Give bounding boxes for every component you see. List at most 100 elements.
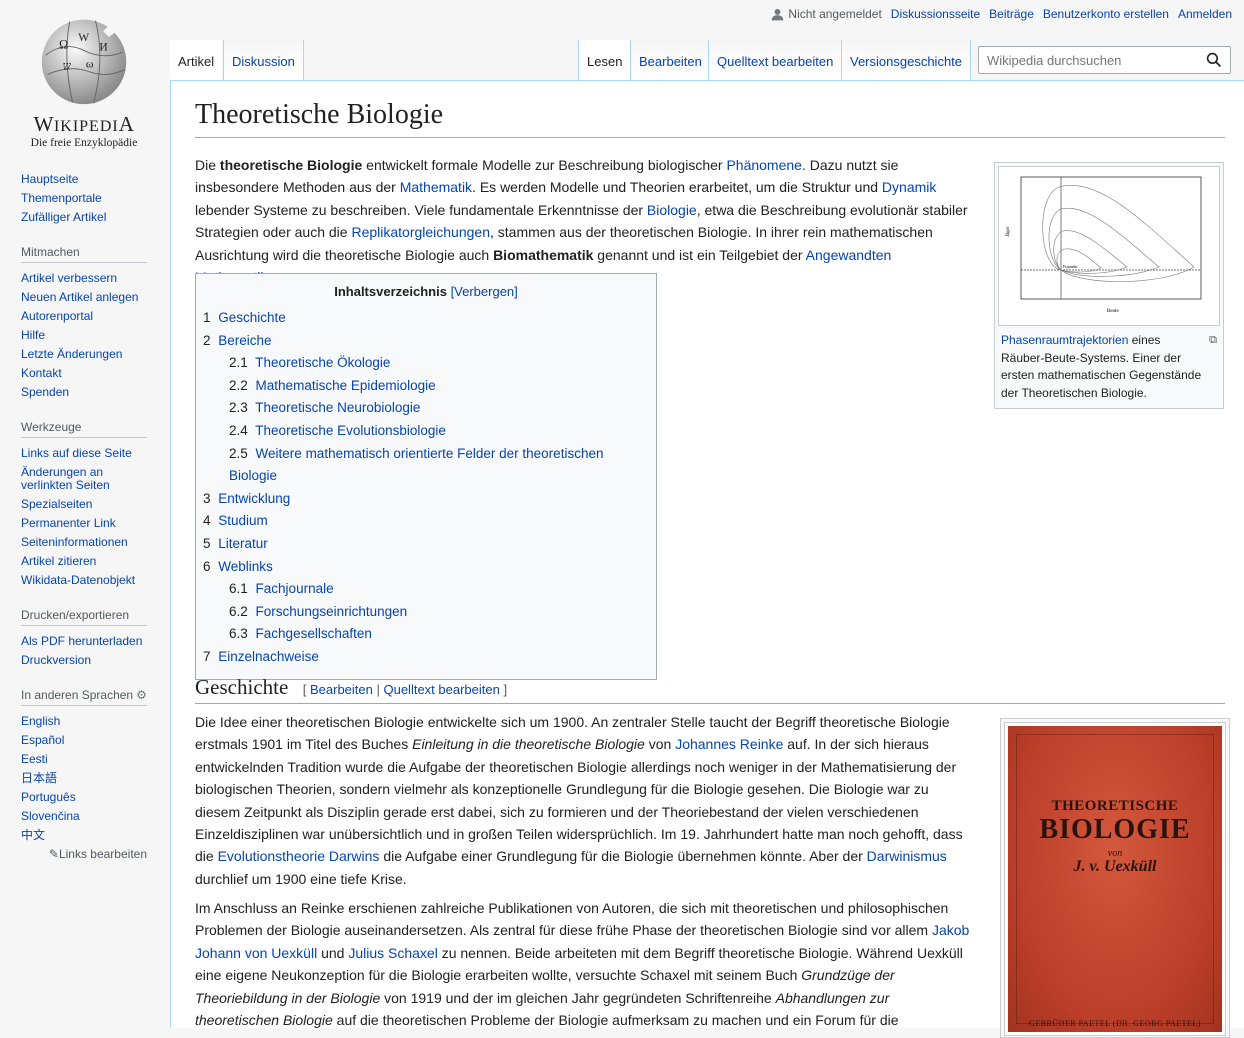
- toc-link[interactable]: Theoretische Evolutionsbiologie: [255, 423, 446, 438]
- toc-entry[interactable]: 3 Entwicklung: [203, 488, 649, 511]
- sidebar-item-wikidata[interactable]: Wikidata-Datenobjekt: [21, 573, 135, 587]
- toc-entry[interactable]: 6.2 Forschungseinrichtungen: [203, 601, 649, 624]
- toc-link[interactable]: Weblinks: [218, 559, 273, 574]
- tab-edit-source[interactable]: Quelltext bearbeiten: [708, 40, 842, 80]
- toc-link[interactable]: Fachgesellschaften: [256, 626, 372, 641]
- tab-article[interactable]: Artikel: [170, 40, 223, 80]
- toc-entry[interactable]: 2.5 Weitere mathematisch orientierte Fel…: [203, 443, 649, 488]
- toc-link[interactable]: Geschichte: [218, 310, 286, 325]
- caption-link[interactable]: Phasenraumtrajektorien: [1001, 333, 1128, 347]
- sidebar-item-improve-article[interactable]: Artikel verbessern: [21, 271, 117, 285]
- toc-entry[interactable]: 2 Bereiche: [203, 330, 649, 353]
- language-link-en[interactable]: English: [21, 714, 60, 728]
- section-edit-link[interactable]: Bearbeiten: [310, 682, 373, 697]
- book-cover-image[interactable]: THEORETISCHE BIOLOGIE von J. v. Uexküll …: [1004, 722, 1226, 1036]
- toc-number: 7: [203, 648, 211, 664]
- svg-text:ω: ω: [86, 59, 94, 71]
- inline-link[interactable]: Johannes Reinke: [675, 736, 783, 752]
- sidebar-item-help[interactable]: Hilfe: [21, 328, 45, 342]
- figure-caption: ⧉ Phasenraumtrajektorien eines Räuber-Be…: [995, 329, 1223, 408]
- inline-link[interactable]: Phänomene: [726, 157, 802, 173]
- inline-link[interactable]: Julius Schaxel: [348, 945, 438, 961]
- toc-entry[interactable]: 2.1 Theoretische Ökologie: [203, 352, 649, 375]
- sidebar-item-hauptseite[interactable]: Hauptseite: [21, 172, 78, 186]
- sidebar-item-recent-changes[interactable]: Letzte Änderungen: [21, 347, 122, 361]
- inline-link[interactable]: Darwinismus: [867, 848, 947, 864]
- create-account-link[interactable]: Benutzerkonto erstellen: [1043, 7, 1169, 21]
- inline-link[interactable]: Biologie: [647, 202, 697, 218]
- toc-entry[interactable]: 2.2 Mathematische Epidemiologie: [203, 375, 649, 398]
- tab-read[interactable]: Lesen: [578, 40, 631, 80]
- toc-number: 2.3: [229, 400, 248, 416]
- toc-entry[interactable]: 2.4 Theoretische Evolutionsbiologie: [203, 420, 649, 443]
- figure-phase-space: Jäger Beute Fixpunkt ⧉ Phasenraumtrajekt…: [994, 162, 1224, 409]
- toc-link[interactable]: Bereiche: [218, 333, 271, 348]
- inline-link[interactable]: Evolutionstheorie Darwins: [218, 848, 380, 864]
- toc-entry[interactable]: 6 Weblinks: [203, 556, 649, 579]
- language-link-sk[interactable]: Slovenčina: [21, 809, 80, 823]
- sidebar-item-special-pages[interactable]: Spezialseiten: [21, 497, 92, 511]
- inline-link[interactable]: Replikatorgleichungen: [351, 224, 490, 240]
- toc-entry[interactable]: 1 Geschichte: [203, 307, 649, 330]
- sidebar-item-print[interactable]: Druckversion: [21, 653, 91, 667]
- toc-link[interactable]: Theoretische Neurobiologie: [255, 400, 420, 415]
- toc-entry[interactable]: 4 Studium: [203, 510, 649, 533]
- edit-language-links[interactable]: ✎Links bearbeiten: [21, 847, 147, 861]
- inline-link[interactable]: Dynamik: [882, 179, 936, 195]
- toc-link[interactable]: Forschungseinrichtungen: [256, 604, 408, 619]
- wikipedia-logo[interactable]: Ω W И ש ω WIKIPEDIA Die freie Enzyklopäd…: [14, 10, 154, 149]
- language-link-es[interactable]: Español: [21, 733, 64, 747]
- search-input[interactable]: [985, 51, 1205, 69]
- inline-link[interactable]: Mathematik: [400, 179, 472, 195]
- sidebar-item-donate[interactable]: Spenden: [21, 385, 69, 399]
- toc-link[interactable]: Studium: [218, 513, 268, 528]
- toc-entry[interactable]: 5 Literatur: [203, 533, 649, 556]
- text-run: Im Anschluss an Reinke erschienen zahlre…: [195, 900, 949, 939]
- tab-history[interactable]: Versionsgeschichte: [841, 40, 972, 80]
- language-link-et[interactable]: Eesti: [21, 752, 48, 766]
- enlarge-icon[interactable]: ⧉: [1209, 332, 1217, 350]
- contributions-link[interactable]: Beiträge: [989, 7, 1034, 21]
- sidebar-item-author-portal[interactable]: Autorenportal: [21, 309, 93, 323]
- tab-edit[interactable]: Bearbeiten: [630, 40, 710, 80]
- toc-number: 6.2: [229, 603, 248, 619]
- sidebar-item-page-info[interactable]: Seiteninformationen: [21, 535, 128, 549]
- bold-text: theoretische Biologie: [219, 157, 363, 173]
- section-title: Geschichte: [195, 675, 289, 699]
- toc-entry[interactable]: 7 Einzelnachweise: [203, 646, 649, 669]
- toc-link[interactable]: Mathematische Epidemiologie: [256, 378, 436, 393]
- toc-link[interactable]: Fachjournale: [256, 581, 334, 596]
- language-link-pt[interactable]: Português: [21, 790, 76, 804]
- login-link[interactable]: Anmelden: [1178, 7, 1232, 21]
- language-link-zh[interactable]: 中文: [21, 828, 45, 842]
- sidebar-item-new-article[interactable]: Neuen Artikel anlegen: [21, 290, 138, 304]
- section-edit-links: [ Bearbeiten | Quelltext bearbeiten ]: [302, 682, 508, 697]
- language-link-ja[interactable]: 日本語: [21, 771, 57, 785]
- toc-entry[interactable]: 6.1 Fachjournale: [203, 578, 649, 601]
- toc-link[interactable]: Entwicklung: [218, 491, 290, 506]
- sidebar-item-random-article[interactable]: Zufälliger Artikel: [21, 210, 106, 224]
- toc-link[interactable]: Weitere mathematisch orientierte Felder …: [229, 446, 603, 484]
- sidebar-item-contact[interactable]: Kontakt: [21, 366, 62, 380]
- gear-icon[interactable]: ⚙: [136, 688, 147, 702]
- sidebar-item-themenportale[interactable]: Themenportale: [21, 191, 102, 205]
- phase-space-image[interactable]: Jäger Beute Fixpunkt: [998, 166, 1220, 326]
- sidebar-item-pdf[interactable]: Als PDF herunterladen: [21, 634, 142, 648]
- toc-entry[interactable]: 2.3 Theoretische Neurobiologie: [203, 397, 649, 420]
- sidebar-item-cite[interactable]: Artikel zitieren: [21, 554, 96, 568]
- sidebar-item-what-links-here[interactable]: Links auf diese Seite: [21, 446, 132, 460]
- tab-discussion[interactable]: Diskussion: [223, 40, 304, 80]
- search-icon[interactable]: [1206, 52, 1222, 68]
- sidebar-item-permanent-link[interactable]: Permanenter Link: [21, 516, 116, 530]
- toc-link[interactable]: Einzelnachweise: [218, 649, 319, 664]
- talk-page-link[interactable]: Diskussionsseite: [891, 7, 980, 21]
- text-run: und: [317, 944, 349, 961]
- book-publisher: GEBRÜDER PAETEL (DR. GEORG PAETEL): [1029, 1019, 1201, 1028]
- toc-link[interactable]: Literatur: [218, 536, 268, 551]
- toc-toggle[interactable]: [Verbergen]: [451, 284, 518, 299]
- section-edit-source-link[interactable]: Quelltext bearbeiten: [383, 682, 499, 697]
- sidebar-item-related-changes[interactable]: Änderungen an verlinkten Seiten: [21, 465, 110, 492]
- toc-link[interactable]: Theoretische Ökologie: [255, 355, 390, 370]
- toc-entry[interactable]: 6.3 Fachgesellschaften: [203, 623, 649, 646]
- toc-entries: 1 Geschichte 2 Bereiche 2.1 Theoretische Ö…: [203, 307, 649, 669]
